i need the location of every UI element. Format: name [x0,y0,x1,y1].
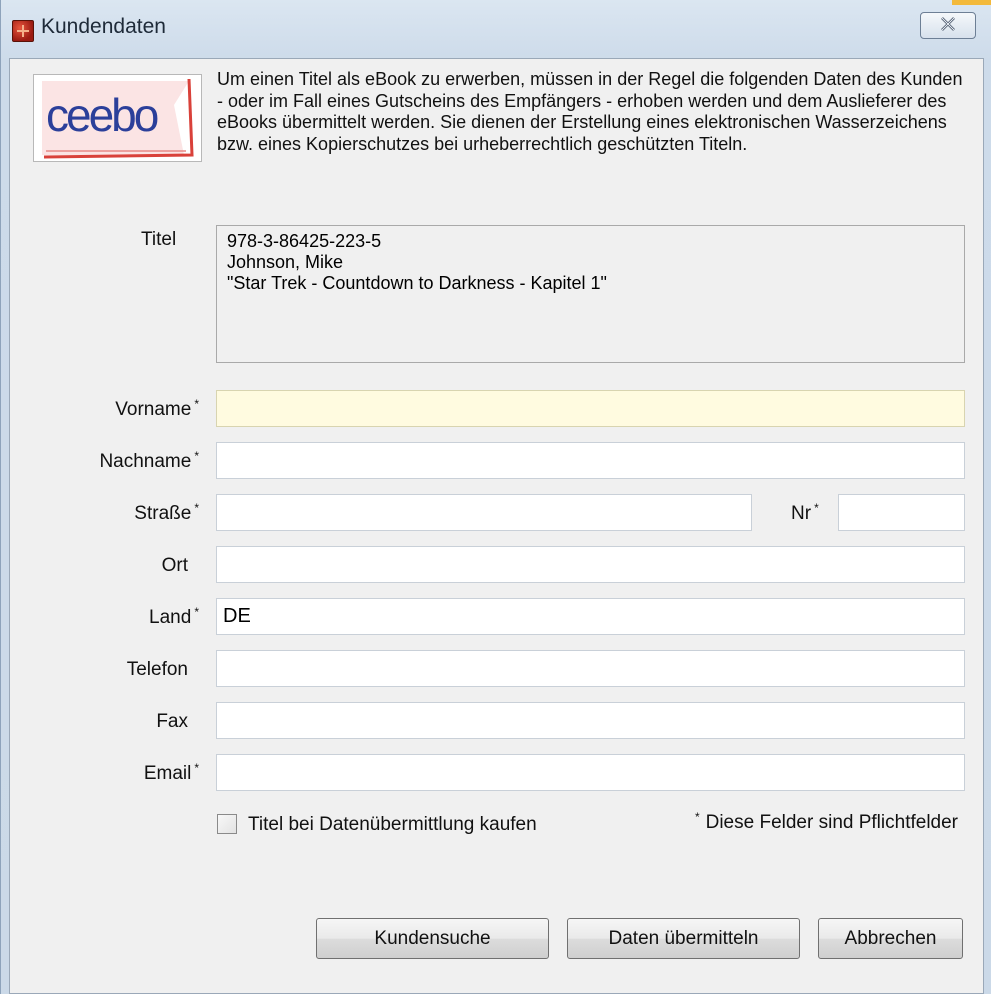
ceebo-logo: ceebo [33,74,202,162]
buy-title-checkbox-label[interactable]: Titel bei Datenübermittlung kaufen [248,814,537,836]
required-marker: * [194,605,199,619]
nachname-label: Nachname * [99,449,199,472]
land-field[interactable] [216,598,965,635]
dialog-window: Kundendaten ceebo Um einen Titel als eBo… [0,0,991,994]
required-marker: * [194,501,199,515]
close-icon [940,14,956,37]
customer-search-button[interactable]: Kundensuche [316,918,549,959]
title-isbn: 978-3-86425-223-5 [227,231,382,251]
required-marker: * [194,397,199,411]
telefon-label: Telefon [126,659,188,680]
required-marker: * [194,449,199,463]
title-info-box: 978-3-86425-223-5 Johnson, Mike "Star Tr… [216,225,965,363]
description-text: Um einen Titel als eBook zu erwerben, mü… [217,69,963,154]
cancel-button[interactable]: Abbrechen [818,918,963,959]
telefon-field[interactable] [216,650,965,687]
nachname-field[interactable] [216,442,965,479]
vorname-label: Vorname * [115,397,199,420]
submit-data-button[interactable]: Daten übermitteln [567,918,800,959]
required-marker: * [694,810,700,824]
strasse-field[interactable] [216,494,752,531]
vorname-field[interactable] [216,390,965,427]
nr-field[interactable] [838,494,965,531]
strasse-label: Straße * [134,501,199,524]
required-fields-note: * Diese Felder sind Pflichtfelder [694,810,958,833]
required-marker: * [194,761,199,775]
window-title: Kundendaten [41,15,166,38]
app-icon [12,20,34,42]
required-marker: * [814,501,819,515]
svg-text:ceebo: ceebo [46,89,158,141]
title-bar[interactable]: Kundendaten [1,0,991,58]
ort-field[interactable] [216,546,965,583]
close-button[interactable] [920,12,976,39]
nr-label: Nr * [791,501,819,524]
email-field[interactable] [216,754,965,791]
fax-label: Fax [156,711,188,732]
title-author: Johnson, Mike [227,252,344,272]
title-label: Titel [141,229,177,250]
fax-field[interactable] [216,702,965,739]
buy-title-checkbox[interactable] [217,814,237,834]
dialog-content: ceebo Um einen Titel als eBook zu erwerb… [9,58,984,994]
land-label: Land * [149,605,199,628]
email-label: Email * [143,761,199,784]
title-name: "Star Trek - Countdown to Darkness - Kap… [227,273,607,293]
ort-label: Ort [161,555,188,576]
